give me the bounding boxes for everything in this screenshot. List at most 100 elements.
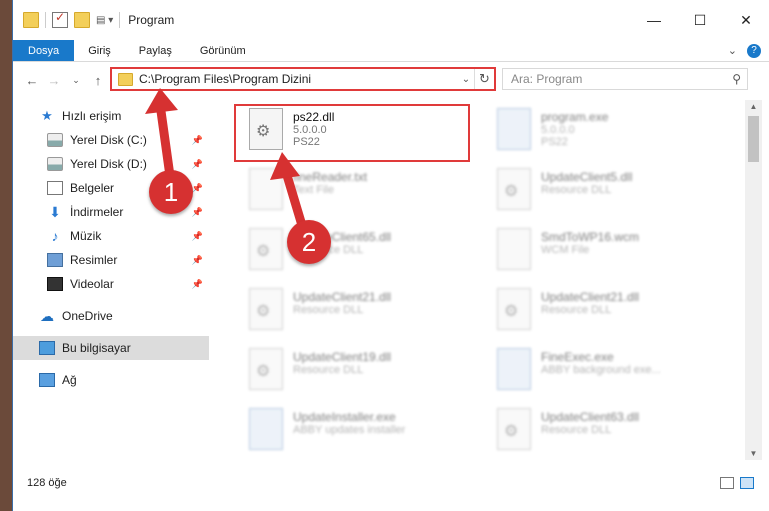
recent-locations-button[interactable]: ⌄ <box>65 75 87 86</box>
file-item[interactable]: SmdToWP16.wcm WCM File <box>485 224 725 280</box>
file-name: FineExec.exe <box>541 350 614 364</box>
customize-toolbar-icon[interactable]: ▤ ▾ <box>96 15 113 26</box>
file-item[interactable]: UpdateClient5.dll Resource DLL <box>485 164 725 220</box>
file-detail: Resource DLL <box>293 304 364 316</box>
address-path[interactable]: C:\Program Files\Program Dizini <box>139 72 458 86</box>
search-box[interactable]: Ara: Program ⚲ <box>502 68 748 90</box>
file-name: UpdateClient21.dll <box>541 290 640 304</box>
forward-button[interactable]: → <box>43 73 65 88</box>
file-name: UpdateClient19.dll <box>293 350 392 364</box>
pin-icon[interactable]: 📌 <box>192 207 203 218</box>
file-name: fineReader.txt <box>293 170 368 184</box>
sidebar-item-label: Resimler <box>70 253 118 267</box>
maximize-button[interactable]: ☐ <box>677 0 723 40</box>
new-folder-icon[interactable] <box>74 12 90 28</box>
folder-icon <box>118 72 133 86</box>
tab-home[interactable]: Giriş <box>74 40 125 61</box>
file-item[interactable]: program.exe 5.0.0.0 PS22 <box>485 104 725 160</box>
file-detail: 5.0.0.0 <box>541 124 575 136</box>
sidebar-item-this-pc[interactable]: Bu bilgisayar <box>13 336 209 360</box>
sidebar-item-local-disk-c[interactable]: Yerel Disk (C:) 📌 <box>13 128 209 152</box>
search-placeholder: Ara: Program <box>511 72 583 86</box>
file-name: UpdateClient63.dll <box>541 410 640 424</box>
tab-view[interactable]: Görünüm <box>186 40 260 61</box>
file-highlight-box <box>234 104 470 162</box>
sidebar-item-quick-access[interactable]: ★ Hızlı erişim <box>13 104 209 128</box>
dll-file-icon <box>249 288 283 330</box>
pin-icon[interactable]: 📌 <box>192 159 203 170</box>
dll-file-icon <box>249 348 283 390</box>
file-icon <box>497 228 531 270</box>
sidebar-item-videos[interactable]: Videolar 📌 <box>13 272 209 296</box>
file-item[interactable]: fineReader.txt Text File <box>237 164 477 220</box>
file-item[interactable]: UpdateClient63.dll Resource DLL <box>485 404 725 460</box>
chevron-down-icon[interactable]: ⌄ <box>458 74 474 85</box>
search-icon[interactable]: ⚲ <box>732 72 741 86</box>
properties-icon[interactable] <box>52 10 68 28</box>
exe-file-icon <box>497 348 531 390</box>
close-button[interactable]: ✕ <box>723 0 769 40</box>
sidebar-item-label: Yerel Disk (D:) <box>70 157 147 171</box>
minimize-button[interactable]: — <box>631 0 677 40</box>
back-button[interactable]: ← <box>21 73 43 88</box>
file-item[interactable]: FineExec.exe ABBY background exe... <box>485 344 725 400</box>
exe-file-icon <box>497 108 531 150</box>
sidebar-item-label: Belgeler <box>70 181 115 195</box>
sidebar-item-label: OneDrive <box>62 309 113 323</box>
sidebar-item-onedrive[interactable]: ☁ OneDrive <box>13 304 209 328</box>
pin-icon[interactable]: 📌 <box>192 135 203 146</box>
pin-icon[interactable]: 📌 <box>192 183 203 194</box>
details-view-icon[interactable] <box>720 477 734 489</box>
file-detail: Resource DLL <box>541 184 612 196</box>
dll-file-icon <box>497 168 531 210</box>
file-name: program.exe <box>541 110 609 124</box>
file-item[interactable]: UpdateClient19.dll Resource DLL <box>237 344 477 400</box>
file-name: UpdateInstaller.exe <box>293 410 396 424</box>
sidebar-item-label: Yerel Disk (C:) <box>70 133 147 147</box>
sidebar-item-pictures[interactable]: Resimler 📌 <box>13 248 209 272</box>
file-detail: Resource DLL <box>541 424 612 436</box>
file-detail: Resource DLL <box>541 304 612 316</box>
pin-icon[interactable]: 📌 <box>192 231 203 242</box>
tab-file[interactable]: Dosya <box>13 40 75 61</box>
network-icon <box>39 373 55 387</box>
documents-icon <box>47 181 63 195</box>
sidebar-item-network[interactable]: Ağ <box>13 368 209 392</box>
sidebar-item-label: Ağ <box>62 373 77 387</box>
ribbon-tabs: Dosya Giriş Paylaş Görünüm ⌄ ? <box>13 40 769 62</box>
vertical-scrollbar[interactable]: ▲ ▼ <box>745 100 762 460</box>
sidebar-item-label: İndirmeler <box>70 205 124 219</box>
star-icon: ★ <box>41 108 53 123</box>
up-button[interactable]: ↑ <box>87 73 109 88</box>
scroll-up-icon[interactable]: ▲ <box>745 102 762 111</box>
file-detail: ABBY background exe... <box>541 364 661 376</box>
refresh-icon[interactable]: ↻ <box>474 69 494 89</box>
drive-icon <box>47 157 63 171</box>
file-name: UpdateClient5.dll <box>541 170 633 184</box>
pin-icon[interactable]: 📌 <box>192 279 203 290</box>
file-item[interactable]: UpdateInstaller.exe ABBY updates install… <box>237 404 477 460</box>
tab-share[interactable]: Paylaş <box>125 40 186 61</box>
navigation-pane: ★ Hızlı erişim Yerel Disk (C:) 📌 Yerel D… <box>13 100 209 460</box>
scroll-down-icon[interactable]: ▼ <box>745 449 762 458</box>
scrollbar-thumb[interactable] <box>748 116 759 162</box>
address-bar[interactable]: C:\Program Files\Program Dizini ⌄ ↻ <box>110 67 496 91</box>
folder-icon <box>23 12 39 28</box>
help-icon[interactable]: ? <box>747 43 761 58</box>
tiles-view-icon[interactable] <box>740 477 754 489</box>
window-title: Program <box>128 13 175 27</box>
callout-badge-2: 2 <box>287 220 331 264</box>
file-detail: Text File <box>293 184 334 196</box>
toolbar-divider <box>119 12 121 28</box>
drive-icon <box>47 133 63 147</box>
status-bar: 128 öğe <box>13 470 769 496</box>
file-item[interactable]: UpdateClient21.dll Resource DLL <box>237 284 477 340</box>
dll-file-icon <box>497 408 531 450</box>
cloud-icon: ☁ <box>40 308 54 324</box>
sidebar-item-music[interactable]: ♪ Müzik 📌 <box>13 224 209 248</box>
file-item[interactable]: UpdateClient21.dll Resource DLL <box>485 284 725 340</box>
file-detail: PS22 <box>541 136 568 148</box>
expand-ribbon-icon[interactable]: ⌄ <box>728 44 737 57</box>
pin-icon[interactable]: 📌 <box>192 255 203 266</box>
file-item[interactable]: UpdateClient65.dll Resource DLL <box>237 224 477 280</box>
